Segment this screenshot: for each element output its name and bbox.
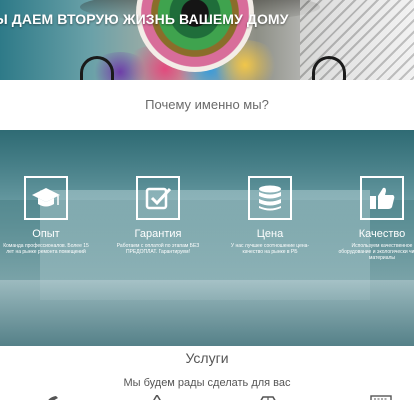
- thumbs-up-icon: [360, 176, 404, 220]
- coins-stack-icon: [248, 176, 292, 220]
- feature-label: Качество: [358, 228, 406, 240]
- brick-icon[interactable]: [257, 392, 279, 400]
- feature-description: У нас лучшее соотношение цена-качество н…: [230, 243, 310, 255]
- why-us-heading: Почему именно мы?: [145, 97, 269, 112]
- keyboard-icon[interactable]: [370, 392, 392, 400]
- feature-description: Работаем с оплатой по этапам БЕЗ ПРЕДОПЛ…: [116, 243, 200, 255]
- feature-label: Гарантия: [134, 228, 182, 240]
- hero-banner: Ы ДАЕМ ВТОРУЮ ЖИЗНЬ ВАШЕМУ ДОМУ: [0, 0, 414, 80]
- feature-label: Опыт: [32, 228, 60, 240]
- feature-description: Команда профессионалов. Более 15 лет на …: [3, 243, 89, 255]
- floor-bg: [0, 280, 414, 346]
- checkbox-icon: [136, 176, 180, 220]
- hero-title: Ы ДАЕМ ВТОРУЮ ЖИЗНЬ ВАШЕМУ ДОМУ: [0, 11, 289, 27]
- services-heading: Услуги: [185, 350, 229, 366]
- brush-icon[interactable]: [44, 392, 60, 400]
- feature-description: Используем качественное оборудование и э…: [338, 243, 414, 261]
- graduation-cap-icon: [24, 176, 68, 220]
- services-subtitle: Мы будем рады сделать для вас: [123, 377, 291, 389]
- feature-label: Цена: [256, 228, 284, 240]
- cone-icon[interactable]: [150, 392, 164, 400]
